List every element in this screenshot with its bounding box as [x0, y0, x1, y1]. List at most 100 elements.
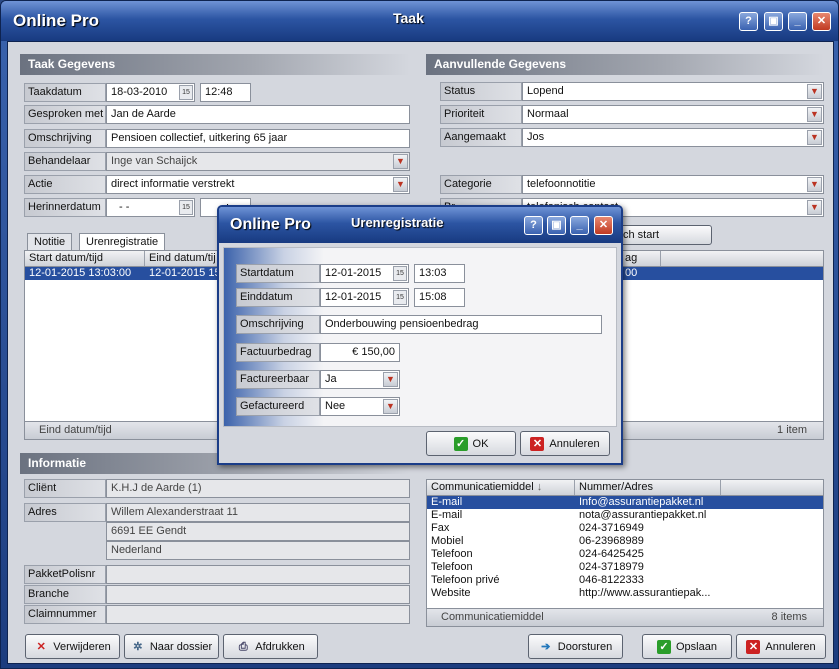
- table-row[interactable]: Fax 024-3716949: [427, 522, 823, 535]
- taaktijd-field[interactable]: 12:48: [200, 83, 251, 102]
- omschrijving-field[interactable]: Pensioen collectief, uitkering 65 jaar: [106, 129, 410, 148]
- check-icon: ✓: [453, 436, 468, 451]
- column-label: Communicatiemiddel: [431, 481, 534, 493]
- cell-start: 12-01-2015 13:03:00: [29, 267, 132, 279]
- cell-value: Info@assurantiepakket.nl: [579, 496, 704, 508]
- close-icon[interactable]: ✕: [594, 216, 613, 235]
- actie-select[interactable]: direct informatie verstrekt ▼: [106, 175, 410, 194]
- column-right[interactable]: ag: [621, 251, 661, 266]
- cell-value: 024-6425425: [579, 548, 644, 560]
- herinnerdatum-field[interactable]: - - 15: [106, 198, 195, 217]
- restore-icon[interactable]: ▣: [547, 216, 566, 235]
- adres-label: Adres: [24, 503, 106, 522]
- urenregistratie-dialog: Online Pro Urenregistratie ? ▣ _ ✕ Start…: [217, 205, 623, 465]
- restore-icon[interactable]: ▣: [764, 12, 783, 31]
- calendar-icon[interactable]: 15: [393, 290, 407, 305]
- button-label: Naar dossier: [149, 640, 213, 653]
- gefactureerd-select[interactable]: Nee ▼: [320, 397, 400, 416]
- adres-line3: Nederland: [106, 541, 410, 560]
- chevron-down-icon[interactable]: ▼: [383, 399, 398, 414]
- omschrijving-label: Omschrijving: [236, 315, 320, 334]
- cell-value: 046-8122333: [579, 574, 644, 586]
- adres-line2: 6691 EE Gendt: [106, 522, 410, 541]
- claimnummer-label: Claimnummer: [24, 605, 106, 624]
- calendar-icon[interactable]: 15: [179, 200, 193, 215]
- omschrijving-field[interactable]: Onderbouwing pensioenbedrag: [320, 315, 602, 334]
- aangemaakt-select[interactable]: Jos ▼: [522, 128, 824, 147]
- chevron-down-icon[interactable]: ▼: [807, 177, 822, 192]
- eindtijd-field[interactable]: 15:08: [414, 288, 465, 307]
- cell-eind: 12-01-2015 15:0: [149, 267, 225, 279]
- einddatum-field[interactable]: 12-01-2015 15: [320, 288, 409, 307]
- title-bar: Online Pro Taak ? ▣ _ ✕: [1, 1, 838, 41]
- start-button[interactable]: ch start: [608, 225, 712, 245]
- afdrukken-button[interactable]: ⎙ Afdrukken: [223, 634, 318, 659]
- chevron-down-icon[interactable]: ▼: [807, 200, 822, 215]
- ok-button[interactable]: ✓ OK: [426, 431, 516, 456]
- table-row[interactable]: E-mail Info@assurantiepakket.nl: [427, 496, 823, 509]
- button-label: Doorsturen: [557, 640, 613, 653]
- behandelaar-select[interactable]: Inge van Schaijck ▼: [106, 152, 410, 171]
- status-select[interactable]: Lopend ▼: [522, 82, 824, 101]
- minimize-icon[interactable]: _: [788, 12, 807, 31]
- cell-type: Telefoon privé: [431, 574, 500, 586]
- tab-urenregistratie[interactable]: Urenregistratie: [79, 233, 166, 250]
- taakdatum-field[interactable]: 18-03-2010 15: [106, 83, 195, 102]
- categorie-value: telefoonnotitie: [527, 178, 596, 190]
- column-eind[interactable]: Eind datum/tij: [145, 251, 225, 266]
- prioriteit-value: Normaal: [527, 108, 569, 120]
- column-communicatiemiddel[interactable]: Communicatiemiddel ↓: [427, 480, 575, 495]
- footer-label: Eind datum/tijd: [39, 424, 112, 436]
- table-row[interactable]: Telefoon 024-3718979: [427, 561, 823, 574]
- table-row[interactable]: Telefoon privé 046-8122333: [427, 574, 823, 587]
- column-nummer-adres[interactable]: Nummer/Adres: [575, 480, 721, 495]
- cell-type: E-mail: [431, 496, 463, 508]
- calendar-icon[interactable]: 15: [393, 266, 407, 281]
- dialog-annuleren-button[interactable]: ✕ Annuleren: [520, 431, 610, 456]
- prioriteit-select[interactable]: Normaal ▼: [522, 105, 824, 124]
- chevron-down-icon[interactable]: ▼: [807, 130, 822, 145]
- factuurbedrag-field[interactable]: € 150,00: [320, 343, 400, 362]
- chevron-down-icon[interactable]: ▼: [393, 154, 408, 169]
- starttijd-field[interactable]: 13:03: [414, 264, 465, 283]
- item-count: 8 items: [771, 611, 807, 623]
- gesproken-label: Gesproken met: [24, 105, 106, 124]
- printer-icon: ⎙: [238, 640, 248, 653]
- naar-dossier-button[interactable]: ✲ Naar dossier: [124, 634, 219, 659]
- chevron-down-icon[interactable]: ▼: [807, 84, 822, 99]
- startdatum-value: 12-01-2015: [325, 267, 382, 279]
- startdatum-field[interactable]: 12-01-2015 15: [320, 264, 409, 283]
- chevron-down-icon[interactable]: ▼: [383, 372, 398, 387]
- startdatum-label: Startdatum: [236, 264, 320, 283]
- pakketpolisnr-label: PakketPolisnr: [24, 565, 106, 584]
- help-icon[interactable]: ?: [739, 12, 758, 31]
- factureerbaar-select[interactable]: Ja ▼: [320, 370, 400, 389]
- table-row[interactable]: Website http://www.assurantiepak...: [427, 587, 823, 600]
- window-title: Taak: [393, 10, 424, 26]
- table-row[interactable]: Telefoon 024-6425425: [427, 548, 823, 561]
- categorie-select[interactable]: telefoonnotitie ▼: [522, 175, 824, 194]
- button-label: Annuleren: [549, 437, 600, 450]
- verwijderen-button[interactable]: ✕ Verwijderen: [25, 634, 120, 659]
- minimize-icon[interactable]: _: [570, 216, 589, 235]
- close-icon[interactable]: ✕: [812, 12, 831, 31]
- delete-icon: ✕: [36, 640, 46, 653]
- table-row[interactable]: Mobiel 06-23968989: [427, 535, 823, 548]
- calendar-icon[interactable]: 15: [179, 85, 193, 100]
- tab-notitie[interactable]: Notitie: [27, 233, 73, 250]
- opslaan-button[interactable]: ✓ Opslaan: [642, 634, 732, 659]
- gear-icon: ✲: [133, 640, 143, 653]
- prioriteit-label: Prioriteit: [440, 105, 522, 124]
- help-icon[interactable]: ?: [524, 216, 543, 235]
- status-value: Lopend: [527, 85, 564, 97]
- chevron-down-icon[interactable]: ▼: [393, 177, 408, 192]
- button-label: Annuleren: [765, 640, 816, 653]
- doorsturen-button[interactable]: ➔ Doorsturen: [528, 634, 623, 659]
- gesproken-field[interactable]: Jan de Aarde: [106, 105, 410, 124]
- communicatie-grid-footer: Communicatiemiddel 8 items: [427, 608, 823, 626]
- chevron-down-icon[interactable]: ▼: [807, 107, 822, 122]
- table-row[interactable]: E-mail nota@assurantiepakket.nl: [427, 509, 823, 522]
- column-start[interactable]: Start datum/tijd: [25, 251, 145, 266]
- annuleren-button[interactable]: ✕ Annuleren: [736, 634, 826, 659]
- item-count: 1 item: [777, 424, 807, 436]
